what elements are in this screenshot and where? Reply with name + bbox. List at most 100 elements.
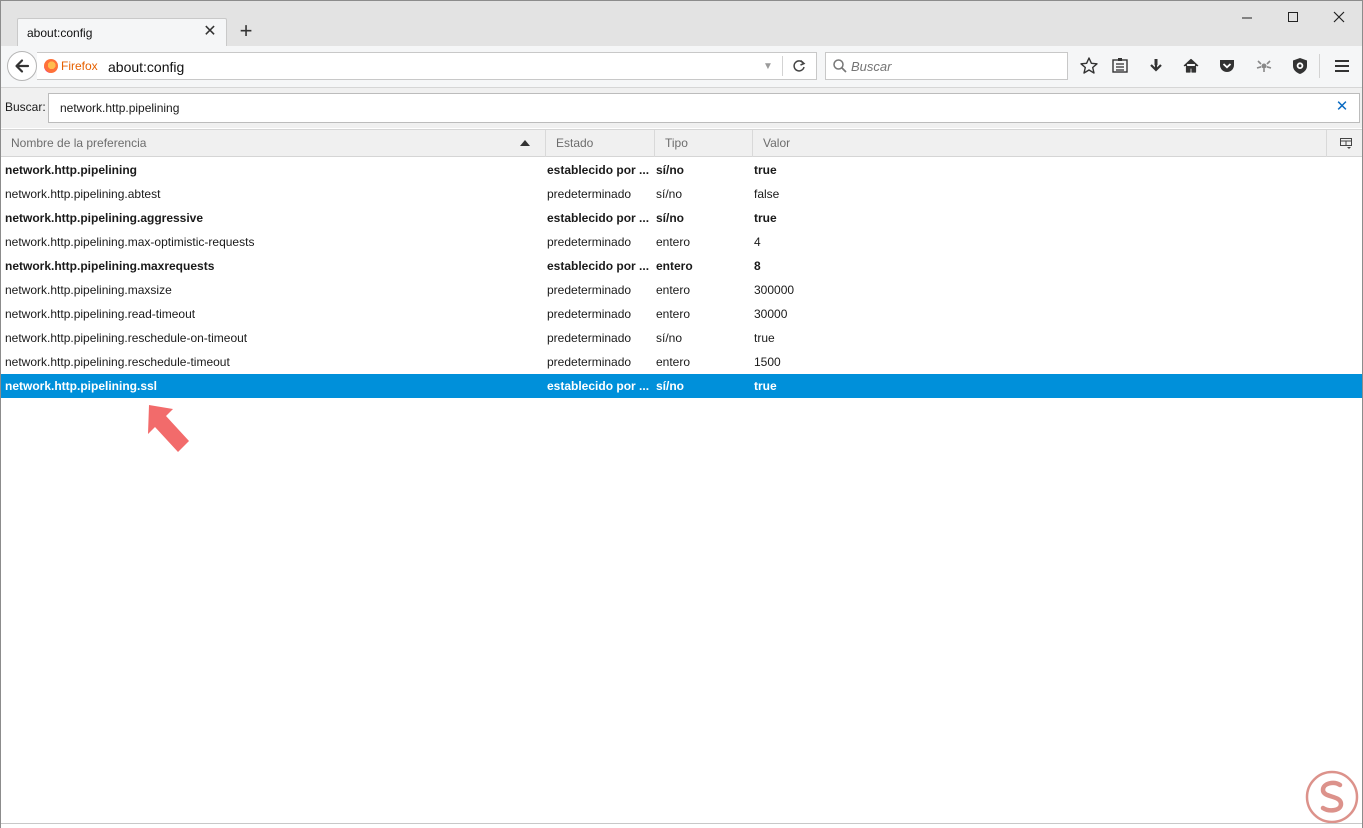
url-text[interactable]: about:config: [108, 59, 184, 75]
navigation-bar: Firefox about:config ▼: [1, 46, 1362, 88]
pref-name-cell: network.http.pipelining.abtest: [5, 187, 161, 201]
reload-icon: [793, 59, 806, 72]
tab-strip: about:config ✕ +: [1, 1, 1362, 47]
pref-value-cell: true: [754, 331, 775, 345]
search-icon: [833, 59, 847, 73]
pref-status-cell: predeterminado: [547, 187, 632, 201]
pref-name-cell: network.http.pipelining.maxrequests: [5, 259, 215, 273]
back-arrow-icon: [15, 59, 30, 73]
pref-value-cell: false: [754, 187, 780, 201]
table-row[interactable]: network.http.pipelining.max-optimistic-r…: [1, 230, 1362, 254]
pocket-icon[interactable]: [1217, 56, 1237, 76]
column-header-status[interactable]: Estado: [546, 130, 655, 157]
home-icon[interactable]: [1181, 56, 1201, 76]
pref-value-cell: true: [754, 163, 777, 177]
toolbar-divider: [1319, 54, 1320, 78]
annotation-arrow-icon: [148, 405, 189, 452]
bottom-border: [1, 823, 1362, 824]
config-search-row: Buscar: ✕: [1, 88, 1362, 128]
clear-search-icon[interactable]: ✕: [1335, 99, 1349, 114]
pref-type-cell: entero: [656, 259, 693, 273]
pref-name-cell: network.http.pipelining: [5, 163, 137, 177]
column-picker-icon[interactable]: [1340, 138, 1352, 149]
pref-name-cell: network.http.pipelining.reschedule-timeo…: [5, 355, 230, 369]
config-search-box[interactable]: ✕: [48, 93, 1360, 123]
pref-status-cell: predeterminado: [547, 307, 632, 321]
pref-name-cell: network.http.pipelining.maxsize: [5, 283, 172, 297]
tab-title: about:config: [27, 26, 93, 40]
table-row[interactable]: network.http.pipelining.abtest predetermi…: [1, 182, 1362, 206]
pref-name-cell: network.http.pipelining.aggressive: [5, 211, 204, 225]
pref-status-cell: predeterminado: [547, 355, 632, 369]
pref-type-cell: entero: [656, 355, 691, 369]
bookmarks-list-icon[interactable]: [1110, 56, 1130, 76]
pref-value-cell: 1500: [754, 355, 781, 369]
preferences-rows: network.http.pipelining establecido por .…: [1, 158, 1362, 398]
bookmark-star-icon[interactable]: [1079, 56, 1099, 76]
close-window-button[interactable]: [1316, 5, 1362, 29]
column-header-type[interactable]: Tipo: [655, 130, 753, 157]
column-header-name[interactable]: Nombre de la preferencia: [1, 130, 546, 157]
new-tab-plus-icon[interactable]: +: [237, 20, 255, 42]
pref-type-cell: sí/no: [656, 163, 685, 177]
identity-label[interactable]: Firefox: [61, 59, 98, 73]
table-row[interactable]: network.http.pipelining.maxrequests estab…: [1, 254, 1362, 278]
sort-ascending-icon: [520, 140, 530, 146]
maximize-button[interactable]: [1270, 5, 1316, 29]
table-row[interactable]: network.http.pipelining.read-timeout pred…: [1, 302, 1362, 326]
pref-type-cell: entero: [656, 235, 691, 249]
pref-status-cell: establecido por ...: [547, 379, 650, 393]
download-icon[interactable]: [1146, 56, 1166, 76]
reload-button[interactable]: [790, 57, 808, 75]
table-row[interactable]: network.http.pipelining.aggressive establ…: [1, 206, 1362, 230]
pref-type-cell: sí/no: [656, 211, 685, 225]
tab-about-config[interactable]: about:config ✕: [17, 18, 227, 47]
browser-window: about:config ✕ + Firefox about:config ▼: [0, 0, 1363, 828]
url-bar[interactable]: Firefox about:config ▼: [37, 52, 817, 80]
pref-status-cell: predeterminado: [547, 235, 632, 249]
config-search-label: Buscar:: [5, 100, 46, 114]
pref-value-cell: 8: [754, 259, 761, 273]
watermark-logo-icon: [1305, 770, 1359, 824]
pref-type-cell: sí/no: [656, 331, 683, 345]
pref-type-cell: sí/no: [656, 379, 685, 393]
table-row[interactable]: network.http.pipelining establecido por .…: [1, 158, 1362, 182]
tab-close-icon[interactable]: ✕: [203, 24, 217, 40]
web-search-bar[interactable]: [825, 52, 1068, 80]
pref-type-cell: entero: [656, 283, 691, 297]
table-row[interactable]: network.http.pipelining.ssl establecido p…: [1, 374, 1362, 398]
config-search-input[interactable]: [60, 99, 1310, 117]
pref-status-cell: establecido por ...: [547, 163, 650, 177]
table-row[interactable]: network.http.pipelining.reschedule-on-ti…: [1, 326, 1362, 350]
pref-status-cell: predeterminado: [547, 283, 632, 297]
pref-name-cell: network.http.pipelining.max-optimistic-r…: [5, 235, 255, 249]
pref-value-cell: 4: [754, 235, 761, 249]
table-row[interactable]: network.http.pipelining.reschedule-timeo…: [1, 350, 1362, 374]
pref-value-cell: true: [754, 211, 777, 225]
minimize-button[interactable]: [1224, 5, 1270, 29]
pref-type-cell: entero: [656, 307, 691, 321]
pref-status-cell: establecido por ...: [547, 211, 650, 225]
pref-name-cell: network.http.pipelining.ssl: [5, 379, 158, 393]
hamburger-menu-icon[interactable]: [1332, 56, 1352, 76]
back-button[interactable]: [7, 51, 37, 81]
web-search-input[interactable]: [851, 56, 1061, 76]
column-header-value[interactable]: Valor: [753, 130, 1327, 157]
pref-name-cell: network.http.pipelining.read-timeout: [5, 307, 196, 321]
table-row[interactable]: network.http.pipelining.maxsize predeterm…: [1, 278, 1362, 302]
minimize-icon: [1242, 17, 1252, 19]
history-dropdown-icon[interactable]: ▼: [763, 61, 775, 73]
maximize-icon: [1288, 12, 1298, 22]
firefox-logo-icon: [44, 59, 58, 73]
pref-value-cell: 300000: [754, 283, 795, 297]
url-divider: [782, 56, 783, 76]
shield-icon[interactable]: [1290, 56, 1310, 76]
pref-status-cell: establecido por ...: [547, 259, 650, 273]
pref-status-cell: predeterminado: [547, 331, 632, 345]
tree-header: Nombre de la preferencia Estado Tipo Val…: [1, 129, 1362, 157]
pref-value-cell: 30000: [754, 307, 788, 321]
preferences-tree: Nombre de la preferencia Estado Tipo Val…: [1, 129, 1362, 828]
close-icon: [1333, 11, 1345, 23]
pref-name-cell: network.http.pipelining.reschedule-on-ti…: [5, 331, 248, 345]
addon-icon[interactable]: [1254, 56, 1274, 76]
